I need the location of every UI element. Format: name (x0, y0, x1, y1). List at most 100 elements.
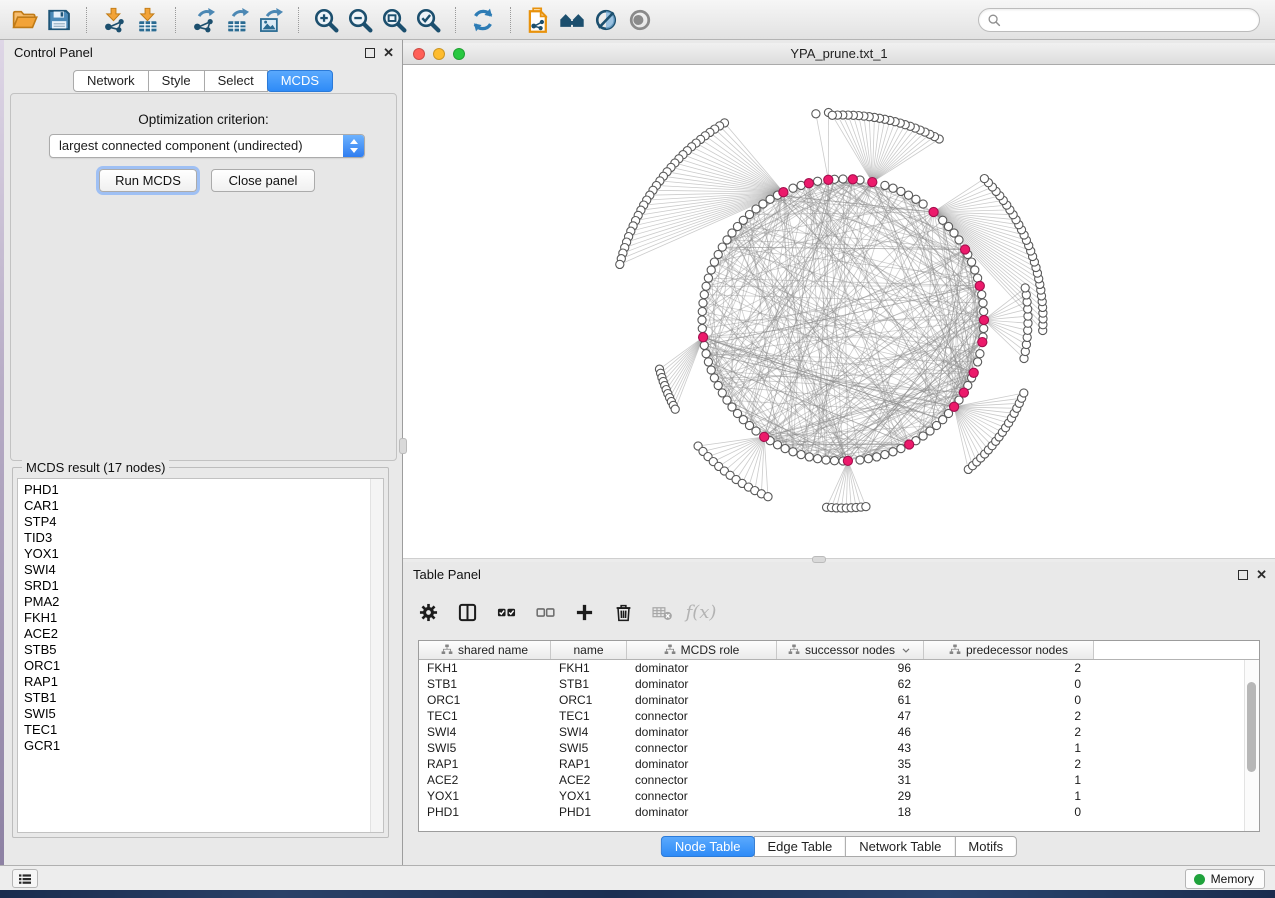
column-header-shared-name[interactable]: shared name (419, 641, 551, 659)
network-leaf-node[interactable] (812, 110, 820, 118)
network-node[interactable] (699, 299, 707, 307)
mcds-result-item[interactable]: SWI5 (18, 706, 383, 722)
mcds-result-item[interactable]: TEC1 (18, 722, 383, 738)
network-node[interactable] (700, 341, 708, 349)
import-table-button[interactable] (131, 4, 165, 36)
cell-name[interactable]: SWI4 (551, 724, 627, 740)
cell-mcds-role[interactable]: dominator (627, 724, 777, 740)
cell-predecessor-nodes[interactable]: 2 (924, 756, 1094, 772)
network-node[interactable] (856, 456, 864, 464)
cell-mcds-role[interactable]: connector (627, 708, 777, 724)
cell-shared-name[interactable]: SWI5 (419, 740, 551, 756)
cell-name[interactable]: TEC1 (551, 708, 627, 724)
network-node[interactable] (700, 291, 708, 299)
cell-name[interactable]: ACE2 (551, 772, 627, 788)
cell-mcds-role[interactable]: connector (627, 740, 777, 756)
hide-graphics-details-button[interactable] (589, 4, 623, 36)
share-network-button[interactable] (521, 4, 555, 36)
network-node[interactable] (814, 177, 822, 185)
network-node[interactable] (978, 291, 986, 299)
network-mcds-node[interactable] (843, 456, 852, 465)
network-node[interactable] (830, 457, 838, 465)
network-node[interactable] (864, 455, 872, 463)
zoom-fit-button[interactable] (377, 4, 411, 36)
table-row[interactable]: YOX1YOX1connector291 (419, 788, 1244, 804)
mcds-result-item[interactable]: PHD1 (18, 482, 383, 498)
cell-name[interactable]: YOX1 (551, 788, 627, 804)
network-mcds-node[interactable] (950, 402, 959, 411)
float-window-icon[interactable] (365, 48, 375, 58)
network-node[interactable] (881, 451, 889, 459)
network-node[interactable] (912, 195, 920, 203)
zoom-selected-button[interactable] (411, 4, 445, 36)
cell-successor-nodes[interactable]: 47 (777, 708, 924, 724)
network-leaf-node[interactable] (862, 503, 870, 511)
network-node[interactable] (710, 374, 718, 382)
table-row[interactable]: PHD1PHD1dominator180 (419, 804, 1244, 820)
cell-successor-nodes[interactable]: 46 (777, 724, 924, 740)
network-node[interactable] (955, 236, 963, 244)
network-node[interactable] (702, 282, 710, 290)
open-file-button[interactable] (8, 4, 42, 36)
vertical-splitter-handle[interactable] (399, 438, 407, 454)
mcds-result-item[interactable]: YOX1 (18, 546, 383, 562)
network-node[interactable] (881, 181, 889, 189)
network-node[interactable] (718, 243, 726, 251)
network-node[interactable] (766, 195, 774, 203)
save-session-button[interactable] (42, 4, 76, 36)
tab-node-table[interactable]: Node Table (661, 836, 755, 857)
mcds-result-item[interactable]: TID3 (18, 530, 383, 546)
network-node[interactable] (704, 274, 712, 282)
table-row[interactable]: ORC1ORC1dominator610 (419, 692, 1244, 708)
tab-edge-table[interactable]: Edge Table (753, 836, 846, 857)
cell-name[interactable]: STB1 (551, 676, 627, 692)
cell-name[interactable]: SWI5 (551, 740, 627, 756)
network-mcds-node[interactable] (905, 440, 914, 449)
cell-successor-nodes[interactable]: 31 (777, 772, 924, 788)
mcds-result-item[interactable]: SRD1 (18, 578, 383, 594)
deselect-all-button[interactable] (534, 601, 556, 623)
cell-mcds-role[interactable]: dominator (627, 756, 777, 772)
cell-mcds-role[interactable]: dominator (627, 660, 777, 676)
cell-predecessor-nodes[interactable]: 1 (924, 740, 1094, 756)
cell-predecessor-nodes[interactable]: 2 (924, 660, 1094, 676)
network-mcds-node[interactable] (959, 388, 968, 397)
network-node[interactable] (897, 187, 905, 195)
network-node[interactable] (839, 175, 847, 183)
mcds-result-item[interactable]: RAP1 (18, 674, 383, 690)
network-node[interactable] (979, 299, 987, 307)
zoom-out-button[interactable] (343, 4, 377, 36)
network-node[interactable] (789, 448, 797, 456)
network-node[interactable] (971, 266, 979, 274)
network-node[interactable] (773, 441, 781, 449)
select-all-button[interactable] (495, 601, 517, 623)
table-close-panel-icon[interactable] (1256, 570, 1267, 580)
network-node[interactable] (707, 266, 715, 274)
tab-motifs[interactable]: Motifs (954, 836, 1017, 857)
cell-predecessor-nodes[interactable]: 0 (924, 676, 1094, 692)
network-node[interactable] (702, 350, 710, 358)
cell-predecessor-nodes[interactable]: 2 (924, 708, 1094, 724)
network-node[interactable] (919, 200, 927, 208)
cell-mcds-role[interactable]: connector (627, 772, 777, 788)
network-mcds-node[interactable] (824, 175, 833, 184)
network-node[interactable] (723, 396, 731, 404)
mcds-result-item[interactable]: CAR1 (18, 498, 383, 514)
network-node[interactable] (781, 445, 789, 453)
network-mcds-node[interactable] (868, 178, 877, 187)
cell-name[interactable]: PHD1 (551, 804, 627, 820)
cell-predecessor-nodes[interactable]: 2 (924, 724, 1094, 740)
network-canvas[interactable] (403, 65, 1275, 558)
network-node[interactable] (873, 453, 881, 461)
table-scrollbar-track[interactable] (1244, 660, 1259, 831)
table-row[interactable]: STB1STB1dominator620 (419, 676, 1244, 692)
cell-successor-nodes[interactable]: 96 (777, 660, 924, 676)
network-node[interactable] (698, 316, 706, 324)
close-panel-icon[interactable] (383, 48, 394, 58)
refresh-button[interactable] (466, 4, 500, 36)
network-mcds-node[interactable] (978, 338, 987, 347)
run-mcds-button[interactable]: Run MCDS (99, 169, 197, 192)
network-node[interactable] (889, 448, 897, 456)
mcds-list-scrollbar[interactable] (370, 479, 383, 832)
zoom-in-button[interactable] (309, 4, 343, 36)
